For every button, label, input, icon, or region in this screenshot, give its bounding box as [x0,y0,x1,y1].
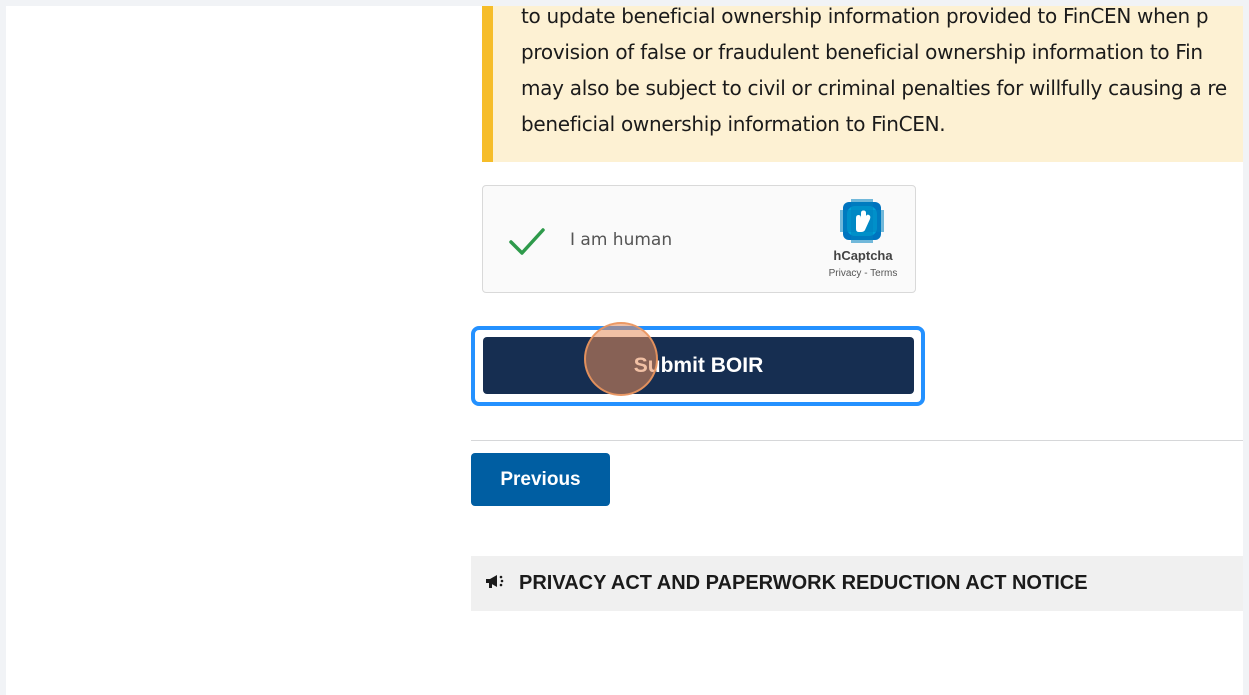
megaphone-icon [484,572,508,592]
window-edge [1243,0,1249,695]
alert-text-line: may also be subject to civil or criminal… [521,76,1227,100]
checkmark-icon[interactable] [507,224,547,258]
warning-alert: to update beneficial ownership informati… [482,6,1243,162]
previous-button[interactable]: Previous [471,453,610,506]
page-viewport: to update beneficial ownership informati… [6,6,1243,695]
captcha-privacy-terms-links[interactable]: Privacy - Terms [813,268,913,279]
notice-title: PRIVACY ACT AND PAPERWORK REDUCTION ACT … [519,572,1088,594]
hcaptcha-widget[interactable]: I am human hCaptcha Privacy - Terms [482,185,916,293]
alert-text-line: beneficial ownership information to FinC… [521,112,946,136]
alert-text-line: provision of false or fraudulent benefic… [521,40,1203,64]
section-divider [471,440,1243,441]
hcaptcha-brand: hCaptcha [833,248,893,263]
hcaptcha-logo-icon [837,196,887,246]
click-indicator [584,322,658,396]
captcha-label: I am human [570,230,673,250]
privacy-act-notice-accordion[interactable]: PRIVACY ACT AND PAPERWORK REDUCTION ACT … [471,556,1243,611]
alert-text-line: to update beneficial ownership informati… [521,6,1209,28]
submit-boir-button[interactable]: Submit BOIR [483,337,914,394]
